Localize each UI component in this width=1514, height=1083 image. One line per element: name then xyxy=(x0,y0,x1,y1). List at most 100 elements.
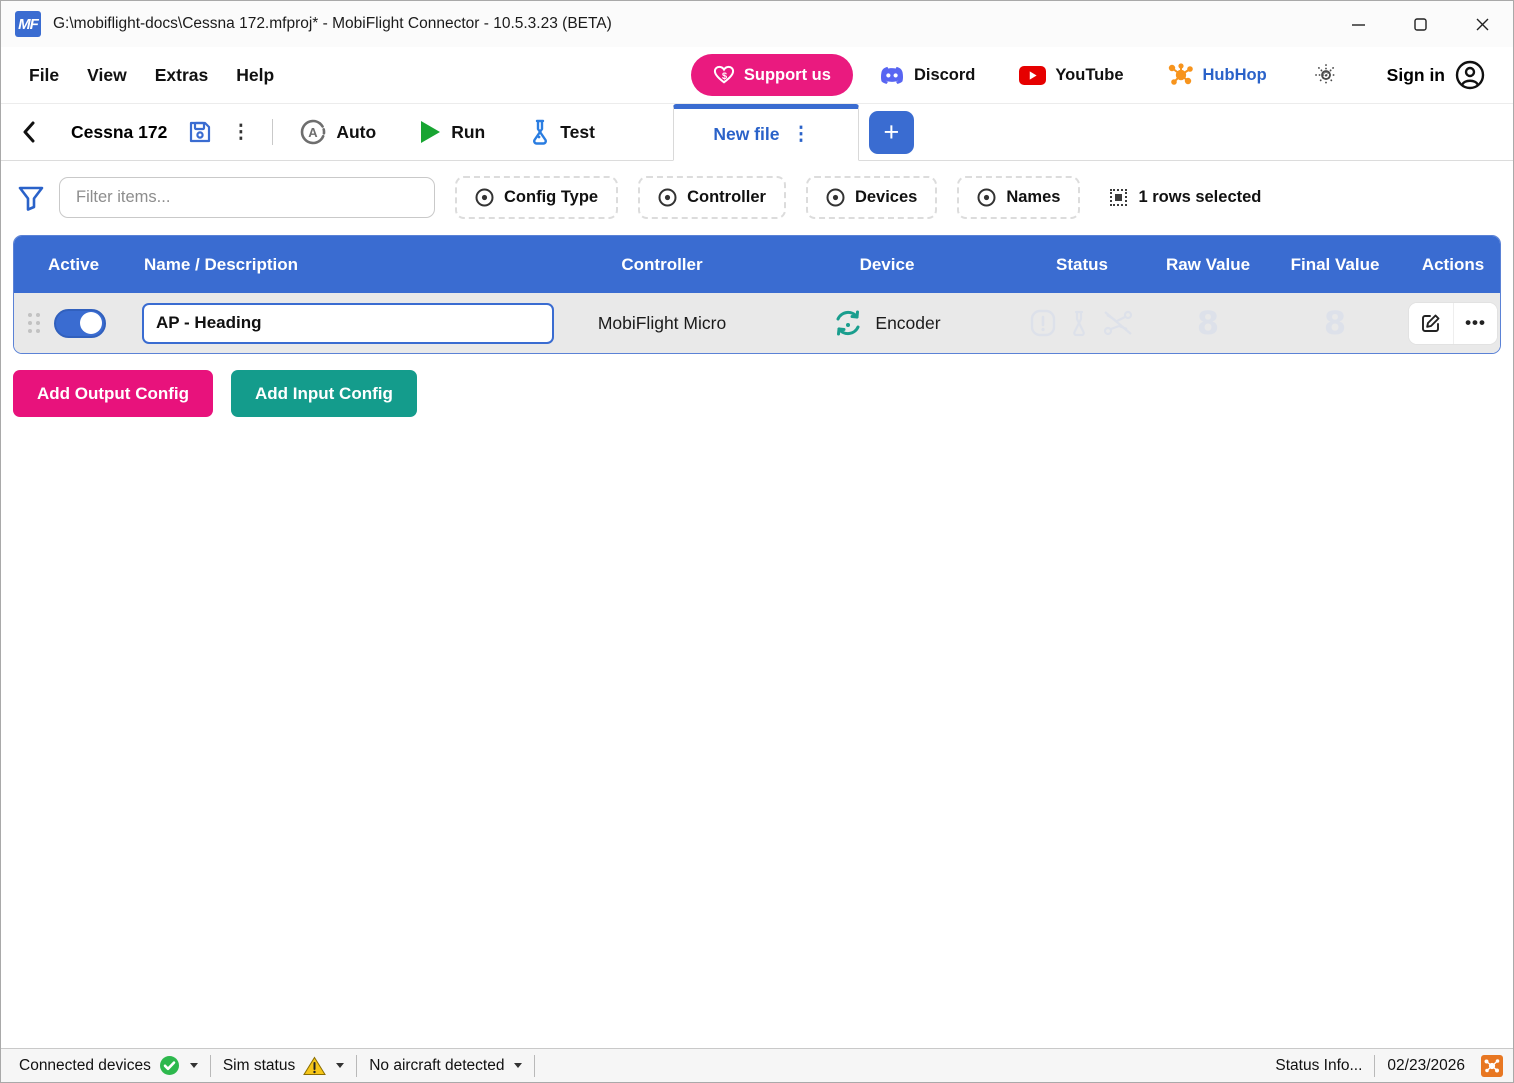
filter-funnel-icon xyxy=(17,184,45,212)
test-label: Test xyxy=(560,122,595,143)
edit-config-button[interactable] xyxy=(1409,303,1453,344)
discord-icon xyxy=(879,65,905,85)
check-circle-icon xyxy=(159,1055,180,1076)
youtube-button[interactable]: YouTube xyxy=(1001,58,1141,93)
final-value-placeholder: 8 xyxy=(1324,304,1346,342)
filter-chip-controller[interactable]: Controller xyxy=(638,176,786,219)
controller-name: MobiFlight Micro xyxy=(598,313,726,334)
aircraft-status[interactable]: No aircraft detected xyxy=(357,1049,534,1082)
header-controller: Controller xyxy=(562,255,762,275)
filter-chip-names[interactable]: Names xyxy=(957,176,1080,219)
toolbar-divider xyxy=(272,119,273,145)
add-circle-icon xyxy=(475,188,494,207)
menu-bar: File View Extras Help $ Support us Disco… xyxy=(1,47,1513,104)
header-active: Active xyxy=(14,255,132,275)
menu-view[interactable]: View xyxy=(73,57,141,94)
header-name-description: Name / Description xyxy=(132,255,562,275)
config-table-header: Active Name / Description Controller Dev… xyxy=(14,236,1500,293)
filter-row: Config Type Controller Devices Names 1 r… xyxy=(1,161,1513,234)
warning-icon xyxy=(303,1056,326,1076)
hubhop-status-icon[interactable] xyxy=(1481,1055,1503,1077)
tab-new-file[interactable]: New file ⋮ xyxy=(673,104,859,161)
empty-workspace xyxy=(1,433,1513,1048)
tab-menu-kebab[interactable]: ⋮ xyxy=(783,119,818,150)
status-icons xyxy=(1029,308,1135,338)
header-device: Device xyxy=(762,255,1012,275)
sign-in-label: Sign in xyxy=(1387,65,1445,86)
youtube-icon xyxy=(1019,66,1046,85)
connected-devices-status[interactable]: Connected devices xyxy=(7,1049,210,1082)
close-button[interactable] xyxy=(1451,1,1513,47)
support-us-label: Support us xyxy=(744,66,831,85)
menu-file[interactable]: File xyxy=(15,57,73,94)
row-more-button[interactable]: ••• xyxy=(1453,303,1497,344)
config-row[interactable]: MobiFlight Micro Encoder xyxy=(14,293,1500,353)
tab-new-file-label: New file xyxy=(713,124,779,145)
rows-selected-label: 1 rows selected xyxy=(1138,188,1261,207)
add-circle-icon xyxy=(658,188,677,207)
active-toggle[interactable] xyxy=(54,309,106,338)
chevron-down-icon xyxy=(336,1063,344,1068)
project-toolbar: Cessna 172 ⋮ A Auto Run xyxy=(1,104,1513,161)
window-title: G:\mobiflight-docs\Cessna 172.mfproj* - … xyxy=(53,15,612,33)
status-bar: Connected devices Sim status No aircraft… xyxy=(1,1048,1513,1082)
project-name: Cessna 172 xyxy=(45,122,177,143)
config-table: Active Name / Description Controller Dev… xyxy=(13,235,1501,354)
menu-right-links: $ Support us Discord YouTube H xyxy=(691,54,1499,96)
hubhop-button[interactable]: HubHop xyxy=(1150,55,1285,95)
header-status: Status xyxy=(1012,255,1152,275)
config-name-input[interactable] xyxy=(142,303,554,344)
project-menu-kebab[interactable]: ⋮ xyxy=(223,117,258,148)
chip-names-label: Names xyxy=(1006,188,1060,207)
file-tabstrip: New file ⋮ + xyxy=(673,104,914,160)
add-input-config-button[interactable]: Add Input Config xyxy=(231,370,417,417)
menu-help[interactable]: Help xyxy=(222,57,288,94)
precondition-off-icon xyxy=(1101,308,1135,338)
run-label: Run xyxy=(451,122,485,143)
sign-in-button[interactable]: Sign in xyxy=(1367,54,1499,96)
filter-chip-devices[interactable]: Devices xyxy=(806,176,937,219)
sim-status-label: Sim status xyxy=(223,1057,295,1075)
add-output-config-button[interactable]: Add Output Config xyxy=(13,370,213,417)
sim-status[interactable]: Sim status xyxy=(211,1049,356,1082)
chip-config-type-label: Config Type xyxy=(504,188,598,207)
back-button[interactable] xyxy=(17,115,41,149)
window-controls xyxy=(1327,1,1513,47)
chevron-down-icon xyxy=(514,1063,522,1068)
status-info-link[interactable]: Status Info... xyxy=(1263,1049,1374,1082)
connected-devices-label: Connected devices xyxy=(19,1057,151,1075)
statusbar-divider xyxy=(534,1055,535,1077)
svg-text:$: $ xyxy=(722,71,727,81)
heart-dollar-icon: $ xyxy=(713,65,735,85)
run-play-icon xyxy=(418,119,442,145)
discord-button[interactable]: Discord xyxy=(861,57,993,93)
test-ghost-icon xyxy=(1069,308,1089,338)
device-name: Encoder xyxy=(875,313,940,334)
drag-handle[interactable] xyxy=(28,313,40,333)
sun-icon xyxy=(1315,64,1337,86)
save-button[interactable] xyxy=(181,113,219,151)
menu-extras[interactable]: Extras xyxy=(141,57,223,94)
hubhop-label: HubHop xyxy=(1203,66,1267,85)
app-logo-icon: MF xyxy=(15,11,41,37)
test-button[interactable]: Test xyxy=(517,113,607,151)
maximize-button[interactable] xyxy=(1389,1,1451,47)
add-tab-button[interactable]: + xyxy=(869,111,914,154)
chevron-down-icon xyxy=(190,1063,198,1068)
chip-controller-label: Controller xyxy=(687,188,766,207)
header-actions: Actions xyxy=(1406,255,1500,275)
raw-value-placeholder: 8 xyxy=(1197,304,1219,342)
minimize-button[interactable] xyxy=(1327,1,1389,47)
discord-label: Discord xyxy=(914,66,975,85)
svg-text:A: A xyxy=(309,125,319,140)
avatar-icon xyxy=(1455,60,1485,90)
date-label: 02/23/2026 xyxy=(1387,1057,1465,1075)
run-button[interactable]: Run xyxy=(406,113,497,151)
filter-items-input[interactable] xyxy=(59,177,435,218)
support-us-button[interactable]: $ Support us xyxy=(691,54,853,96)
theme-toggle-button[interactable] xyxy=(1293,56,1359,94)
auto-mode-button[interactable]: A Auto xyxy=(287,112,388,152)
filter-chip-config-type[interactable]: Config Type xyxy=(455,176,618,219)
date-indicator: 02/23/2026 xyxy=(1375,1049,1507,1082)
auto-label: Auto xyxy=(336,122,376,143)
